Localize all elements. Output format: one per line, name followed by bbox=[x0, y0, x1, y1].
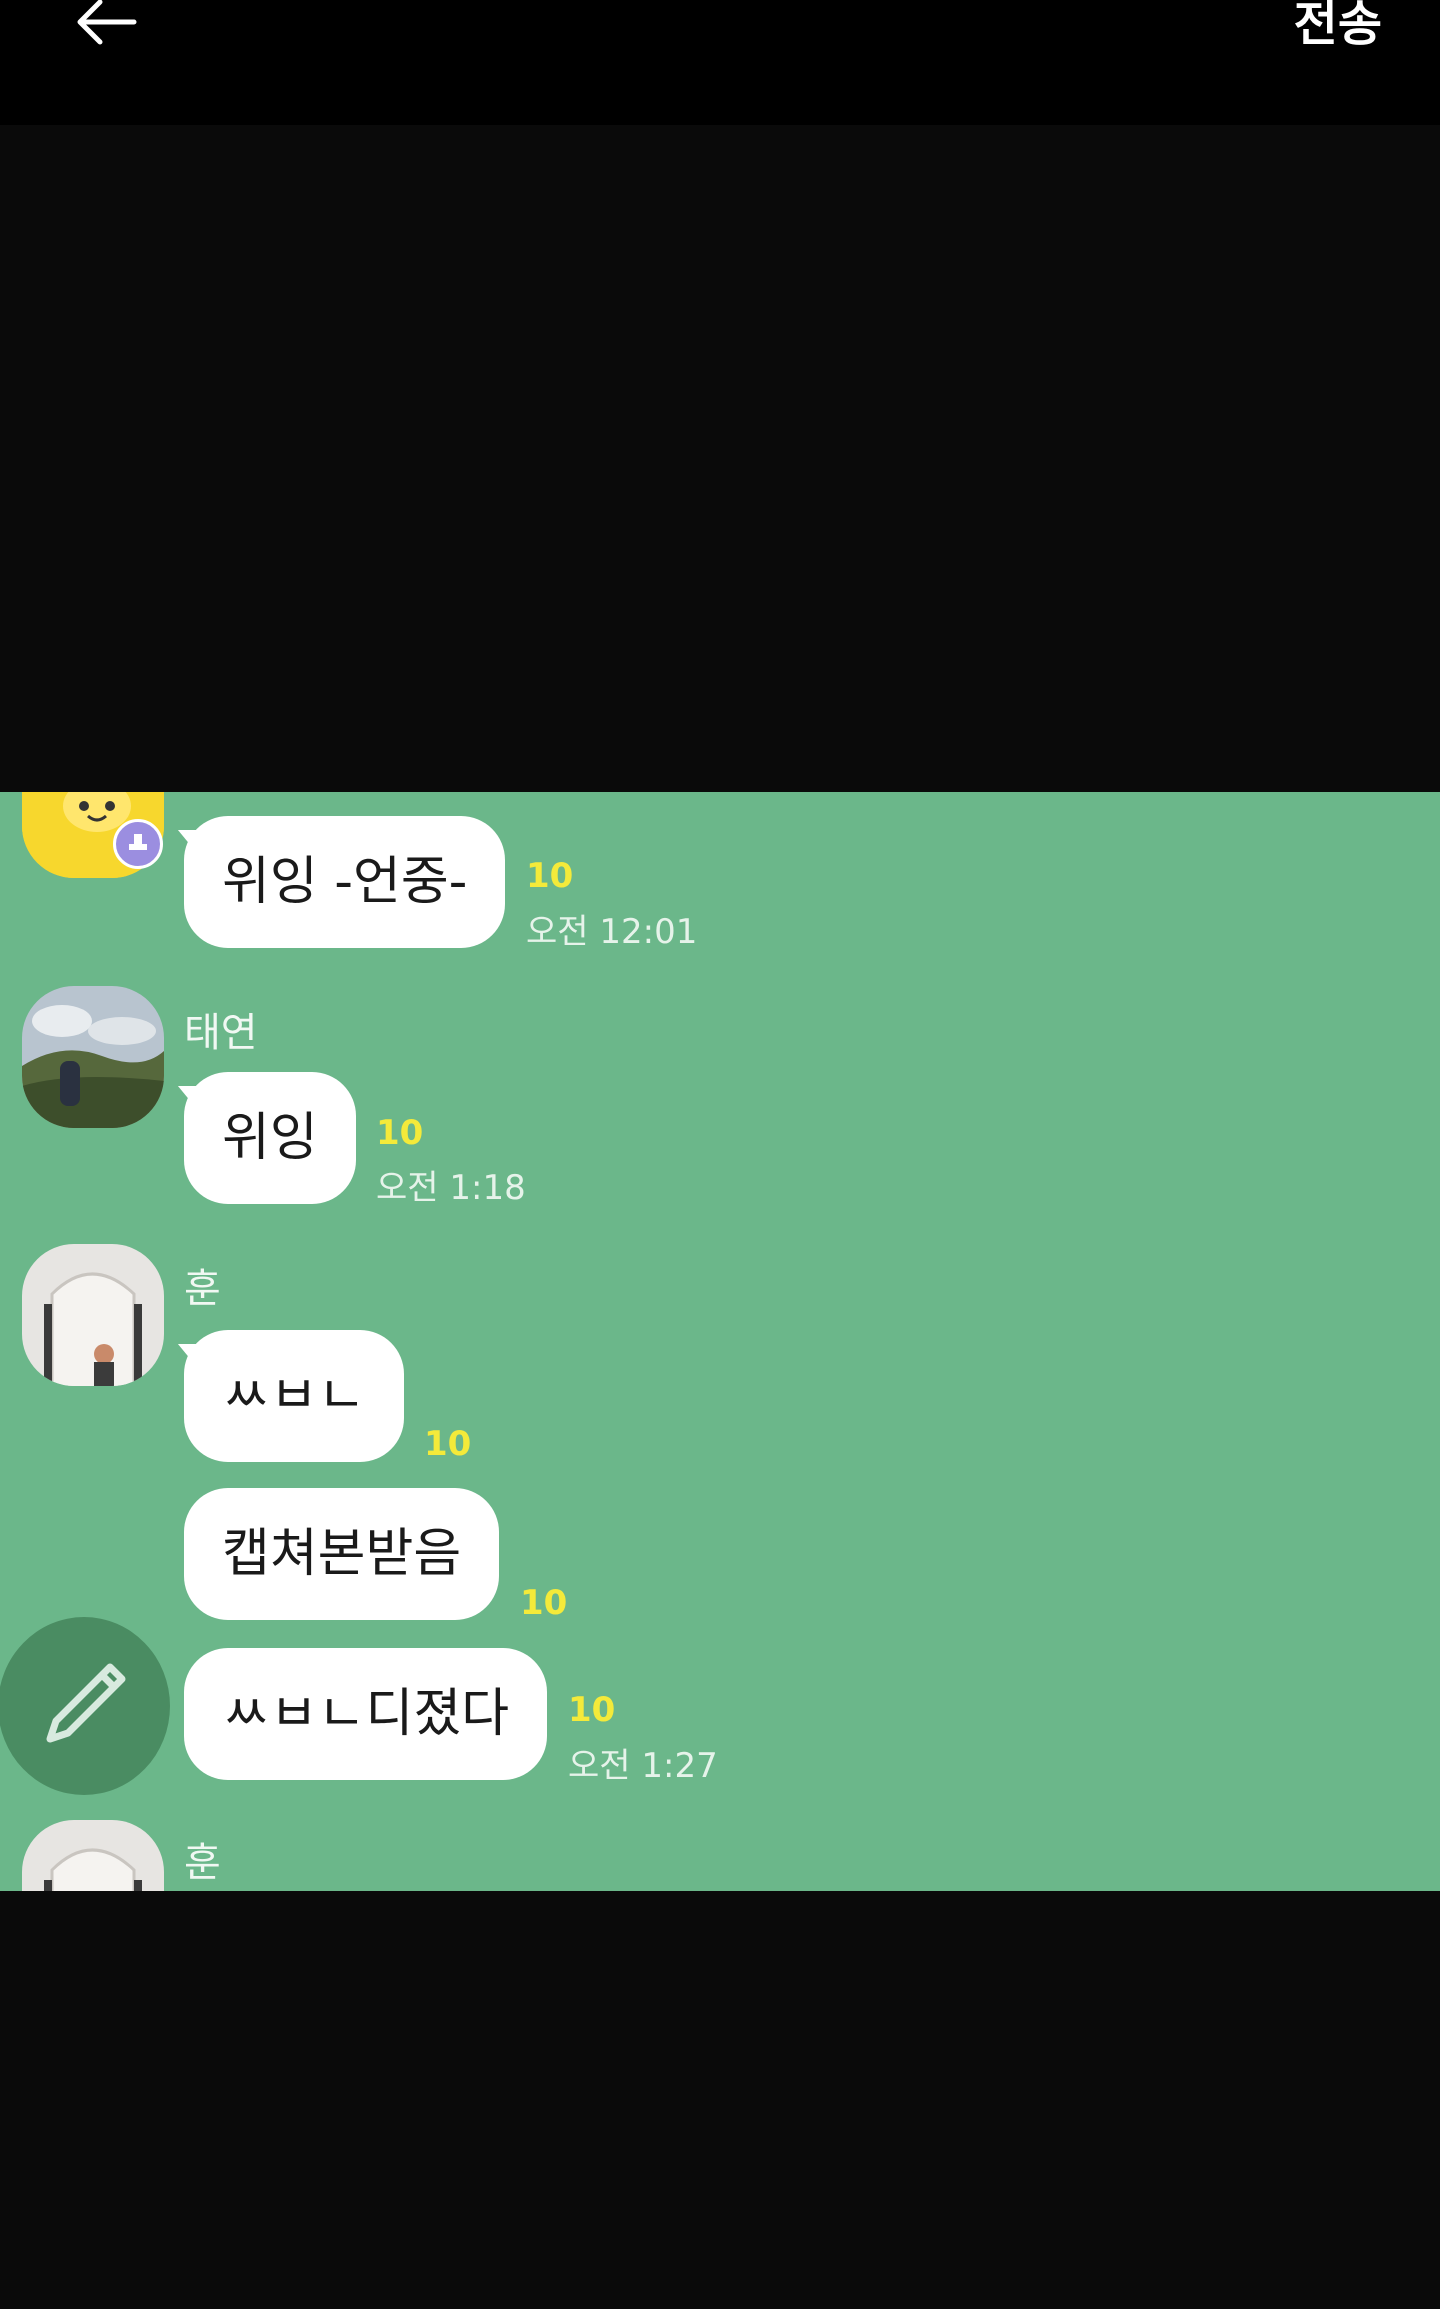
avatar-hoon bbox=[22, 1244, 164, 1386]
message-bubble[interactable]: 캡쳐본받음 bbox=[184, 1488, 500, 1620]
pencil-icon bbox=[46, 1663, 126, 1743]
unread-count: 10 bbox=[568, 1690, 616, 1730]
unread-count: 10 bbox=[424, 1424, 472, 1464]
compose-button[interactable] bbox=[0, 1617, 170, 1795]
avatar-hoon bbox=[22, 1820, 164, 1891]
message-bubble[interactable]: ㅆㅂㄴ bbox=[184, 1330, 404, 1462]
unread-count: 10 bbox=[526, 856, 574, 896]
send-button[interactable]: 전송 bbox=[1294, 0, 1382, 54]
avatar-taeyeon bbox=[22, 986, 164, 1128]
message-bubble[interactable]: ㅆㅂㄴ디졌다 bbox=[184, 1648, 548, 1780]
bot-badge-icon bbox=[113, 819, 163, 869]
sender-name: 태연 bbox=[184, 1010, 258, 1056]
message-bubble[interactable]: 위잉 -언중- bbox=[184, 816, 506, 948]
message-time: 오전 1:18 bbox=[376, 1168, 526, 1208]
message-bubble[interactable]: 위잉 bbox=[184, 1072, 356, 1204]
top-bar: 전송 bbox=[0, 0, 1440, 125]
chat-screenshot-preview: 위잉 -언중- 10 오전 12:01 태연 위잉 10 오전 1:18 훈 ㅆ… bbox=[0, 792, 1440, 1891]
arrow-left-icon bbox=[77, 0, 137, 45]
message-time: 오전 1:27 bbox=[568, 1746, 718, 1786]
sender-name: 훈 bbox=[184, 1840, 221, 1886]
message-time: 오전 12:01 bbox=[526, 912, 698, 952]
unread-count: 10 bbox=[376, 1113, 424, 1153]
back-button[interactable] bbox=[72, 0, 142, 50]
sender-name: 훈 bbox=[184, 1266, 221, 1312]
unread-count: 10 bbox=[520, 1583, 568, 1623]
